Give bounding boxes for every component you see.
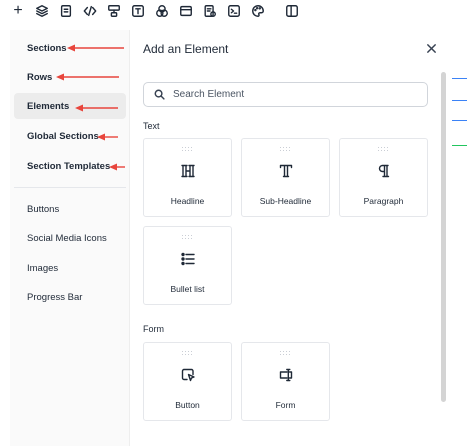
sidebar-item-images[interactable]: Images	[14, 255, 126, 281]
editor-toolbar: +	[0, 0, 467, 22]
group-label-form: Form	[143, 324, 164, 334]
panels-icon[interactable]	[280, 0, 304, 22]
search-box	[143, 82, 428, 107]
canvas-edge-line	[452, 78, 467, 79]
button-icon	[144, 367, 231, 383]
drag-handle-icon[interactable]: ::::	[340, 146, 427, 153]
sidebar-item-social-media-icons[interactable]: Social Media Icons	[14, 225, 126, 251]
drag-handle-icon[interactable]: ::::	[242, 350, 329, 357]
annotation-arrow-elements	[74, 104, 120, 112]
shapes-icon[interactable]	[150, 0, 174, 22]
element-card-form[interactable]: :::: Form	[241, 342, 330, 421]
terminal-icon[interactable]	[222, 0, 246, 22]
text-icon[interactable]	[126, 0, 150, 22]
element-category-sidebar: Sections Rows Elements Global Sections S…	[10, 30, 130, 446]
annotation-arrow-rows	[55, 73, 121, 81]
sidebar-item-label: Images	[27, 262, 59, 274]
search-input[interactable]	[173, 89, 413, 100]
add-element-panel: Add an Element Text :::: Headline :::: S…	[130, 30, 452, 446]
sidebar-item-label: Sections	[27, 42, 67, 54]
panel-scrollbar[interactable]	[441, 72, 447, 402]
close-button[interactable]	[423, 40, 439, 56]
canvas-edge-line	[452, 120, 467, 121]
sidebar-item-buttons[interactable]: Buttons	[14, 196, 126, 222]
group-label-text: Text	[143, 121, 160, 131]
sections-icon[interactable]	[102, 0, 126, 22]
element-card-headline[interactable]: :::: Headline	[143, 138, 232, 217]
element-card-label: Sub-Headline	[259, 196, 312, 206]
sub-headline-icon	[242, 163, 329, 179]
sidebar-item-label: Section Templates	[27, 160, 111, 172]
drag-handle-icon[interactable]: ::::	[242, 146, 329, 153]
canvas-edge-line	[452, 145, 467, 146]
headline-icon	[144, 163, 231, 179]
sidebar-item-progress-bar[interactable]: Progress Bar	[14, 284, 126, 310]
paragraph-icon	[340, 163, 427, 179]
browser-icon[interactable]	[174, 0, 198, 22]
canvas-edge-line	[452, 100, 467, 101]
sidebar-item-label: Elements	[27, 100, 70, 112]
element-card-sub-headline[interactable]: :::: Sub-Headline	[241, 138, 330, 217]
panel-title: Add an Element	[143, 42, 229, 56]
palette-icon[interactable]	[246, 0, 270, 22]
element-card-label: Button	[175, 400, 200, 410]
sidebar-item-label: Rows	[27, 71, 53, 83]
sidebar-item-label: Buttons	[27, 203, 60, 215]
element-card-bullet-list[interactable]: :::: Bullet list	[143, 226, 232, 305]
annotation-arrow-section-templates	[108, 163, 126, 171]
sidebar-divider	[14, 187, 126, 188]
form-icon[interactable]	[198, 0, 222, 22]
drag-handle-icon[interactable]: ::::	[144, 146, 231, 153]
annotation-arrow-sections	[66, 44, 126, 52]
code-icon[interactable]	[78, 0, 102, 22]
search-icon	[154, 89, 165, 100]
layers-icon[interactable]	[30, 0, 54, 22]
element-card-label: Headline	[170, 196, 205, 206]
element-card-paragraph[interactable]: :::: Paragraph	[339, 138, 428, 217]
sidebar-item-label: Progress Bar	[27, 291, 83, 303]
element-card-button[interactable]: :::: Button	[143, 342, 232, 421]
sidebar-item-label: Global Sections	[27, 130, 99, 142]
form-icon	[242, 367, 329, 383]
sidebar-item-label: Social Media Icons	[27, 232, 107, 244]
close-icon	[426, 43, 436, 53]
scrollbar-thumb[interactable]	[441, 72, 446, 402]
plus-icon[interactable]: +	[6, 0, 30, 22]
element-card-label: Bullet list	[170, 284, 205, 294]
page-icon[interactable]	[54, 0, 78, 22]
bullet-list-icon	[144, 251, 231, 267]
drag-handle-icon[interactable]: ::::	[144, 234, 231, 241]
element-card-label: Paragraph	[363, 196, 404, 206]
element-card-label: Form	[275, 400, 296, 410]
drag-handle-icon[interactable]: ::::	[144, 350, 231, 357]
annotation-arrow-global-sections	[96, 133, 120, 141]
